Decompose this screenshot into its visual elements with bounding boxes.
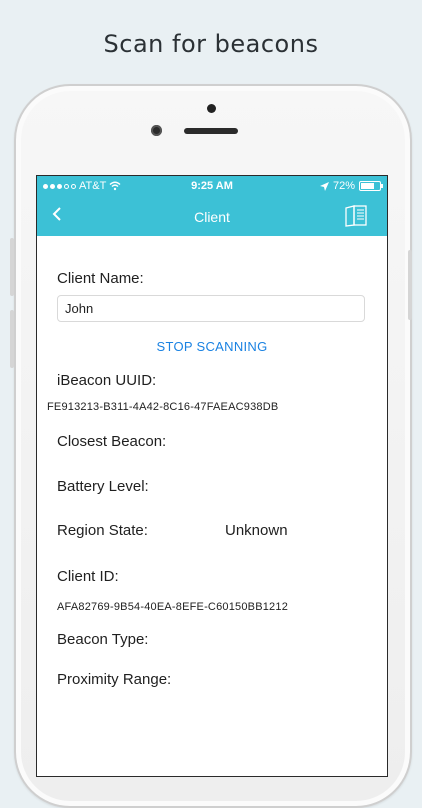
battery-percent: 72% (332, 180, 355, 192)
proximity-range-label: Proximity Range: (57, 671, 172, 688)
battery-icon (359, 181, 383, 191)
promo-title: Scan for beacons (103, 30, 319, 58)
region-state-value: Unknown (225, 522, 288, 539)
phone-screen: AT&T 9:25 AM 72% Client Client Name: Joh… (36, 175, 388, 777)
proximity-sensor (207, 104, 216, 113)
ibeacon-uuid-value: FE913213-B311-4A42-8C16-47FAEAC938DB (47, 401, 279, 413)
earpiece-speaker (184, 128, 238, 134)
client-name-input[interactable] (57, 295, 365, 322)
battery-level-label: Battery Level: (57, 478, 149, 495)
client-id-value: AFA82769-9B54-40EA-8EFE-C60150BB1212 (57, 601, 289, 613)
book-button[interactable] (343, 205, 369, 227)
beacon-type-label: Beacon Type: (57, 631, 149, 648)
phone-side-button (10, 310, 14, 368)
book-icon (345, 205, 367, 227)
status-right: 72% (319, 180, 383, 192)
closest-beacon-label: Closest Beacon: (57, 433, 167, 450)
navigation-bar: Client (37, 196, 387, 236)
client-id-label: Client ID: (57, 568, 119, 585)
front-camera (151, 125, 162, 136)
ibeacon-uuid-label: iBeacon UUID: (57, 372, 157, 389)
location-arrow-icon (319, 181, 329, 191)
phone-side-button (408, 250, 412, 320)
client-label: Client Name: (57, 270, 144, 287)
region-state-label: Region State: (57, 522, 148, 539)
stop-scanning-button[interactable]: STOP SCANNING (37, 339, 387, 354)
status-bar: AT&T 9:25 AM 72% (37, 176, 387, 196)
phone-side-button (10, 238, 14, 296)
nav-title: Client (194, 209, 230, 225)
